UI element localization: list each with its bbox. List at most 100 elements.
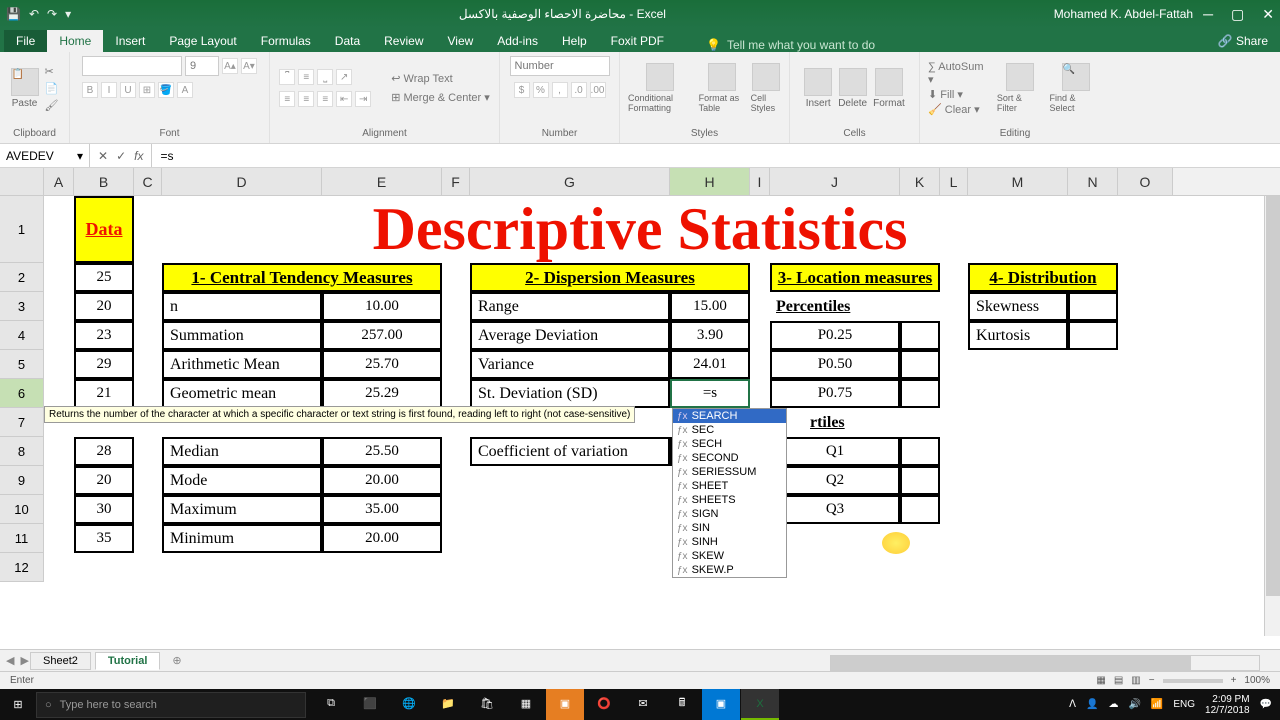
tab-file[interactable]: File (4, 30, 47, 52)
tab-pagelayout[interactable]: Page Layout (157, 30, 248, 52)
col-header-L[interactable]: L (940, 168, 968, 195)
tell-me[interactable]: 💡Tell me what you want to do (676, 38, 1206, 52)
data-value[interactable]: 21 (74, 379, 134, 408)
disp-label[interactable]: St. Deviation (SD) (470, 379, 670, 408)
disp-value[interactable]: 3.90 (670, 321, 750, 350)
tab-formulas[interactable]: Formulas (249, 30, 323, 52)
row-header-6[interactable]: 6 (0, 379, 44, 408)
percentile-value[interactable] (900, 379, 940, 408)
ct-label[interactable]: Minimum (162, 524, 322, 553)
ct-value[interactable]: 20.00 (322, 466, 442, 495)
quartile-value[interactable] (900, 437, 940, 466)
scroll-thumb[interactable] (1266, 196, 1280, 596)
font-name[interactable] (82, 56, 182, 76)
ct-label[interactable]: Geometric mean (162, 379, 322, 408)
mail-icon[interactable]: ✉ (624, 689, 662, 720)
autocomplete-item[interactable]: ƒxSIN (673, 521, 786, 535)
increase-font-icon[interactable]: A▴ (222, 58, 238, 74)
calc-icon[interactable]: 🖩 (663, 689, 701, 720)
sort-filter[interactable]: Sort & Filter (997, 63, 1044, 113)
conditional-formatting[interactable]: Conditional Formatting (628, 63, 693, 113)
cut-icon[interactable]: ✂ (45, 65, 59, 78)
ct-label[interactable]: Median (162, 437, 322, 466)
quartile-label[interactable]: Q2 (770, 466, 900, 495)
autocomplete-item[interactable]: ƒxSERIESSUM (673, 465, 786, 479)
tray-up-icon[interactable]: ᐱ (1069, 699, 1076, 710)
tab-foxit[interactable]: Foxit PDF (599, 30, 676, 52)
col-header-I[interactable]: I (750, 168, 770, 195)
maximize-icon[interactable]: ▢ (1231, 6, 1244, 23)
zoom-in-icon[interactable]: + (1231, 675, 1237, 686)
col-header-M[interactable]: M (968, 168, 1068, 195)
col-header-C[interactable]: C (134, 168, 162, 195)
autocomplete-item[interactable]: ƒxSEARCH (673, 409, 786, 423)
format-painter-icon[interactable]: 🖌 (45, 99, 59, 112)
tab-home[interactable]: Home (47, 30, 103, 52)
ct-value[interactable]: 257.00 (322, 321, 442, 350)
taskbar-search[interactable]: ○Type here to search (36, 692, 306, 718)
disp-label[interactable]: Range (470, 292, 670, 321)
minimize-icon[interactable]: ─ (1203, 6, 1213, 23)
disp-label[interactable]: Average Deviation (470, 321, 670, 350)
quartile-value[interactable] (900, 495, 940, 524)
ct-value[interactable]: 25.29 (322, 379, 442, 408)
scroll-thumb-h[interactable] (831, 656, 1191, 670)
format-cells[interactable]: Format (873, 68, 905, 109)
data-value[interactable]: 28 (74, 437, 134, 466)
align-right-icon[interactable]: ≡ (317, 91, 333, 107)
autocomplete-item[interactable]: ƒxSEC (673, 423, 786, 437)
ct-label[interactable]: Summation (162, 321, 322, 350)
percent-icon[interactable]: % (533, 82, 549, 98)
row-header-1[interactable]: 1 (0, 196, 44, 263)
tray-people-icon[interactable]: 👤 (1086, 699, 1098, 710)
percentile-value[interactable] (900, 350, 940, 379)
sheet-tab-sheet2[interactable]: Sheet2 (30, 652, 91, 670)
tab-data[interactable]: Data (323, 30, 372, 52)
namebox-dropdown-icon[interactable]: ▾ (77, 149, 83, 163)
ct-value[interactable]: 25.70 (322, 350, 442, 379)
tray-notifications-icon[interactable]: 💬 (1260, 699, 1272, 710)
tray-clock[interactable]: 2:09 PM12/7/2018 (1205, 694, 1250, 716)
quartile-label[interactable]: Q1 (770, 437, 900, 466)
comma-icon[interactable]: , (552, 82, 568, 98)
tab-insert[interactable]: Insert (103, 30, 157, 52)
row-header-3[interactable]: 3 (0, 292, 44, 321)
formula-autocomplete[interactable]: ƒxSEARCHƒxSECƒxSECHƒxSECONDƒxSERIESSUMƒx… (672, 408, 787, 578)
taskbar-item[interactable]: ▦ (507, 689, 545, 720)
col-header-B[interactable]: B (74, 168, 134, 195)
share-button[interactable]: 🔗 Share (1206, 30, 1280, 52)
align-left-icon[interactable]: ≡ (279, 91, 295, 107)
zoom-slider[interactable] (1163, 679, 1223, 683)
taskbar-item[interactable]: ▣ (702, 689, 740, 720)
autocomplete-item[interactable]: ƒxSECH (673, 437, 786, 451)
view-pagebreak-icon[interactable]: ▥ (1131, 675, 1140, 686)
autosum-button[interactable]: ∑ AutoSum ▾ (928, 61, 991, 86)
indent-inc-icon[interactable]: ⇥ (355, 91, 371, 107)
quartile-value[interactable] (900, 466, 940, 495)
paste-button[interactable]: 📋Paste (11, 68, 39, 109)
worksheet-grid[interactable]: 123456789101112 Data252023292128203035De… (0, 196, 1280, 636)
ct-label[interactable]: Mode (162, 466, 322, 495)
decrease-font-icon[interactable]: A▾ (241, 58, 257, 74)
col-header-O[interactable]: O (1118, 168, 1173, 195)
ct-label[interactable]: Maximum (162, 495, 322, 524)
inc-decimal-icon[interactable]: .0 (571, 82, 587, 98)
zoom-out-icon[interactable]: − (1149, 675, 1155, 686)
fx-icon[interactable]: fx (134, 149, 143, 163)
autocomplete-item[interactable]: ƒxSHEETS (673, 493, 786, 507)
horizontal-scrollbar[interactable] (830, 655, 1260, 671)
ct-label[interactable]: n (162, 292, 322, 321)
row-header-5[interactable]: 5 (0, 350, 44, 379)
redo-icon[interactable]: ↷ (47, 7, 57, 21)
col-header-G[interactable]: G (470, 168, 670, 195)
wrap-text-button[interactable]: ↩ Wrap Text (391, 72, 490, 85)
view-layout-icon[interactable]: ▤ (1114, 675, 1123, 686)
row-header-8[interactable]: 8 (0, 437, 44, 466)
font-size[interactable]: 9 (185, 56, 219, 76)
ct-value[interactable]: 10.00 (322, 292, 442, 321)
taskbar-item[interactable]: ▣ (546, 689, 584, 720)
format-as-table[interactable]: Format as Table (699, 63, 745, 113)
sheet-tab-tutorial[interactable]: Tutorial (95, 652, 161, 670)
col-header-H[interactable]: H (670, 168, 750, 195)
dist-value[interactable] (1068, 292, 1118, 321)
